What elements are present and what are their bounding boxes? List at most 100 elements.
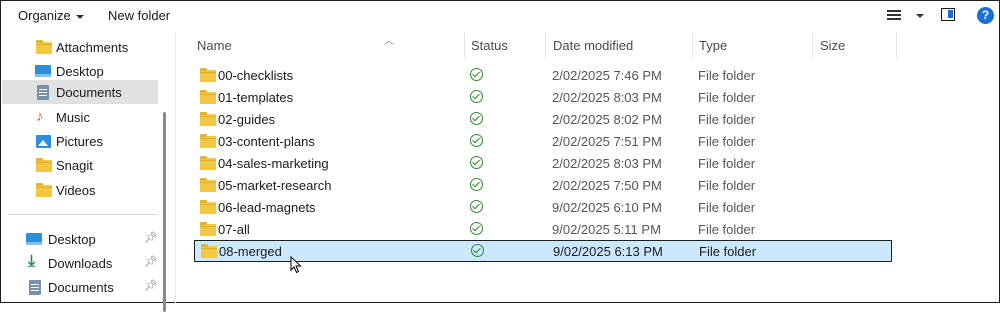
nav-item-pinned-desktop[interactable]: Desktop 📌︎ — [2, 227, 158, 251]
file-name: 01-templates — [218, 90, 294, 105]
column-header-status[interactable]: Status — [471, 38, 508, 53]
nav-item-music[interactable]: ♪ Music — [2, 105, 158, 129]
pin-icon: 📌︎ — [144, 232, 158, 244]
file-row[interactable]: 00-checklists 2/02/2025 7:46 PM File fol… — [194, 65, 892, 86]
nav-item-label: Documents — [48, 280, 114, 295]
file-type: File folder — [699, 244, 757, 259]
file-name: 05-market-research — [218, 178, 332, 193]
file-type: File folder — [698, 90, 756, 105]
file-row[interactable]: 07-all 9/02/2025 5:11 PM File folder — [194, 219, 892, 240]
view-options-icon[interactable] — [887, 10, 901, 22]
file-type: File folder — [698, 200, 756, 215]
file-name: 07-all — [218, 222, 250, 237]
chevron-down-icon — [75, 14, 84, 19]
nav-item-pinned-documents[interactable]: Documents 📌︎ — [2, 275, 158, 299]
folder-icon — [36, 158, 52, 172]
desktop-icon — [26, 233, 42, 245]
file-row[interactable]: 03-content-plans 2/02/2025 7:51 PM File … — [194, 131, 892, 152]
pin-icon: 📌︎ — [144, 280, 158, 292]
documents-icon — [37, 85, 49, 100]
column-divider[interactable] — [812, 32, 813, 58]
file-type: File folder — [698, 178, 756, 193]
column-header-row: ︿ Name Status Date modified Type Size — [176, 32, 1000, 58]
file-type: File folder — [698, 68, 756, 83]
file-date: 2/02/2025 8:03 PM — [552, 90, 662, 105]
folder-icon — [200, 90, 216, 104]
file-row[interactable]: 06-lead-magnets 9/02/2025 6:10 PM File f… — [194, 197, 892, 218]
nav-item-label: Snagit — [56, 158, 93, 173]
nav-item-label: Videos — [56, 183, 96, 198]
file-row[interactable]: 02-guides 2/02/2025 8:02 PM File folder — [194, 109, 892, 130]
mouse-pointer-icon — [290, 256, 302, 274]
status-available-icon — [470, 90, 483, 103]
nav-item-pinned-downloads[interactable]: ⤓ Downloads 📌︎ — [2, 251, 158, 275]
nav-item-snagit[interactable]: Snagit — [2, 153, 158, 177]
pictures-icon — [36, 135, 51, 148]
file-name: 03-content-plans — [218, 134, 315, 149]
file-row[interactable]: 04-sales-marketing 2/02/2025 8:03 PM Fil… — [194, 153, 892, 174]
file-date: 2/02/2025 7:46 PM — [552, 68, 662, 83]
nav-item-label: Pictures — [56, 134, 103, 149]
organize-label: Organize — [18, 8, 71, 23]
status-available-icon — [471, 244, 484, 257]
folder-icon — [36, 183, 52, 197]
file-date: 9/02/2025 6:10 PM — [552, 200, 662, 215]
column-divider[interactable] — [545, 32, 546, 58]
folder-icon — [200, 178, 216, 192]
desktop-icon — [35, 65, 51, 77]
file-date: 2/02/2025 8:02 PM — [552, 112, 662, 127]
file-date: 2/02/2025 7:50 PM — [552, 178, 662, 193]
file-row[interactable]: 01-templates 2/02/2025 8:03 PM File fold… — [194, 87, 892, 108]
file-date: 9/02/2025 6:13 PM — [553, 244, 663, 259]
chevron-down-icon[interactable] — [916, 14, 924, 18]
file-date: 9/02/2025 5:11 PM — [552, 222, 661, 237]
folder-icon — [200, 200, 216, 214]
status-available-icon — [470, 112, 483, 125]
column-header-size[interactable]: Size — [820, 38, 845, 53]
nav-item-label: Documents — [56, 85, 122, 100]
nav-item-documents[interactable]: Documents — [2, 80, 158, 104]
column-header-type[interactable]: Type — [699, 38, 727, 53]
file-row[interactable]: 05-market-research 2/02/2025 7:50 PM Fil… — [194, 175, 892, 196]
status-available-icon — [470, 200, 483, 213]
downloads-icon: ⤓ — [28, 253, 36, 270]
column-divider[interactable] — [896, 32, 897, 58]
file-type: File folder — [698, 134, 756, 149]
nav-item-videos[interactable]: Videos — [2, 178, 158, 202]
file-name: 02-guides — [218, 112, 276, 127]
pin-icon: 📌︎ — [144, 256, 158, 268]
organize-button[interactable]: Organize — [18, 8, 84, 23]
status-available-icon — [470, 134, 483, 147]
nav-item-attachments[interactable]: Attachments — [2, 35, 158, 59]
new-folder-button[interactable]: New folder — [108, 8, 170, 23]
file-name: 04-sales-marketing — [218, 156, 329, 171]
file-type: File folder — [698, 156, 756, 171]
help-icon[interactable]: ? — [977, 7, 994, 24]
column-divider[interactable] — [464, 32, 465, 58]
file-type: File folder — [698, 112, 756, 127]
column-divider[interactable] — [692, 32, 693, 58]
navigation-pane: Attachments Desktop Documents ♪ Music Pi… — [0, 32, 170, 312]
file-name: 06-lead-magnets — [218, 200, 316, 215]
music-icon: ♪ — [36, 108, 44, 125]
file-date: 2/02/2025 7:51 PM — [552, 134, 662, 149]
nav-divider — [8, 214, 158, 215]
nav-item-pictures[interactable]: Pictures — [2, 129, 158, 153]
nav-scrollbar[interactable] — [163, 112, 166, 312]
folder-icon — [36, 40, 52, 54]
file-type: File folder — [698, 222, 756, 237]
nav-item-label: Desktop — [48, 232, 96, 247]
status-available-icon — [470, 178, 483, 191]
file-date: 2/02/2025 8:03 PM — [552, 156, 662, 171]
status-available-icon — [470, 68, 483, 81]
pane-divider[interactable] — [175, 32, 176, 303]
status-available-icon — [470, 222, 483, 235]
nav-item-label: Downloads — [48, 256, 113, 271]
nav-item-label: Attachments — [56, 40, 129, 55]
preview-pane-icon[interactable] — [941, 8, 955, 21]
file-name: 08-merged — [219, 244, 282, 259]
nav-item-label: Music — [56, 110, 90, 125]
column-header-name[interactable]: Name — [197, 38, 232, 53]
column-header-date-modified[interactable]: Date modified — [553, 38, 633, 53]
nav-item-label: Desktop — [56, 64, 104, 79]
